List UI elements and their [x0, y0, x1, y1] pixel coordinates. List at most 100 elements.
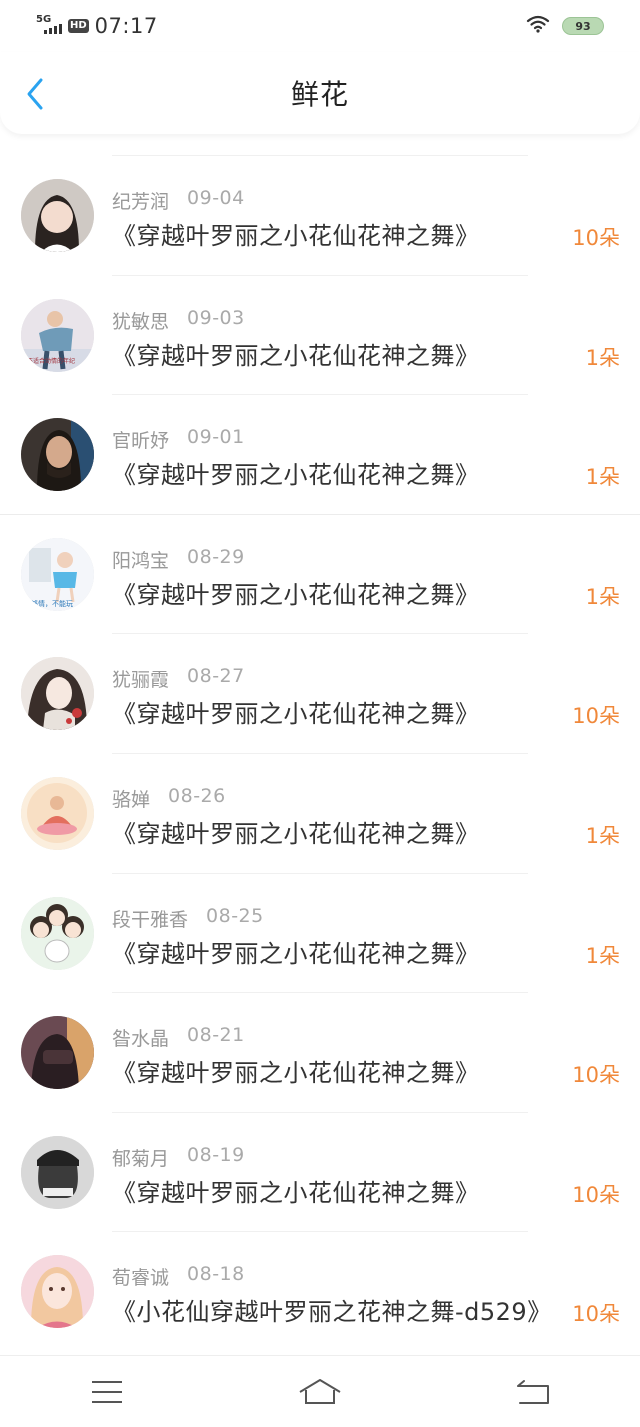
book-title: 《穿越叶罗丽之小花仙花神之舞》	[112, 939, 480, 968]
status-right: 93	[526, 15, 604, 37]
book-title: 《穿越叶罗丽之小花仙花神之舞》	[112, 1059, 480, 1088]
book-title: 《穿越叶罗丽之小花仙花神之舞》	[112, 341, 480, 370]
record-meta: 段干雅香 08-25	[112, 905, 264, 932]
avatar[interactable]	[21, 1255, 94, 1329]
divider	[112, 394, 528, 396]
list-item[interactable]: 昝水晶 08-21 《穿越叶罗丽之小花仙花神之舞》 10朵	[0, 992, 640, 1113]
home-icon	[299, 1378, 341, 1404]
return-icon	[517, 1379, 550, 1404]
signal-icon: 5G	[36, 15, 62, 37]
divider	[112, 1231, 528, 1233]
record-date: 09-03	[187, 306, 245, 329]
record-meta: 犹敏思 09-03	[112, 307, 245, 334]
record-date: 08-19	[187, 1143, 245, 1166]
system-nav-bar	[0, 1355, 640, 1427]
avatar[interactable]	[21, 1016, 94, 1090]
record-meta: 昝水晶 08-21	[112, 1024, 245, 1051]
book-title: 《穿越叶罗丽之小花仙花神之舞》	[112, 819, 480, 848]
header: 鲜花	[0, 52, 640, 134]
book-title: 《穿越叶罗丽之小花仙花神之舞》	[112, 1178, 480, 1207]
status-left: 5G HD 07:17	[36, 14, 158, 38]
book-title: 《小花仙穿越叶罗丽之花神之舞-d529》	[112, 1298, 552, 1327]
list-item[interactable]: 不适合动情的年纪 犹敏思 09-03 《穿越叶罗丽之小花仙花神之舞》 1朵	[0, 274, 640, 396]
avatar[interactable]	[21, 418, 94, 492]
list-item[interactable]: 纪芳润 09-04 《穿越叶罗丽之小花仙花神之舞》 10朵	[0, 156, 640, 276]
avatar[interactable]: 不适合动情的年纪	[21, 298, 94, 372]
record-meta: 官昕妤 09-01	[112, 426, 245, 453]
back-button[interactable]	[20, 74, 50, 114]
sender-name: 犹骊霞	[112, 669, 170, 692]
sender-name: 段干雅香	[112, 908, 189, 931]
list-item[interactable]: 段干雅香 08-25 《穿越叶罗丽之小花仙花神之舞》 1朵	[0, 872, 640, 994]
flower-count: 1朵	[585, 345, 620, 370]
avatar[interactable]	[21, 1135, 94, 1209]
divider	[112, 274, 528, 276]
battery-indicator: 93	[562, 17, 604, 35]
record-date: 08-18	[187, 1263, 245, 1286]
avatar[interactable]	[21, 776, 94, 850]
flower-record-list: 纪芳润 09-04 《穿越叶罗丽之小花仙花神之舞》 10朵 不适合动情的年纪 犹敏思 09-…	[0, 155, 640, 1352]
svg-text:够情，不能玩: 够情，不能玩	[31, 599, 73, 608]
list-item[interactable]: 官昕妤 09-01 《穿越叶罗丽之小花仙花神之舞》 1朵	[0, 394, 640, 515]
record-date: 09-01	[187, 426, 245, 449]
hd-badge: HD	[68, 19, 89, 33]
flower-count: 1朵	[585, 823, 620, 848]
sender-name: 犹敏思	[112, 310, 170, 333]
sender-name: 郁菊月	[112, 1147, 170, 1170]
divider	[112, 992, 528, 994]
sender-name: 阳鸿宝	[112, 549, 170, 572]
record-meta: 荀睿诚 08-18	[112, 1263, 245, 1290]
book-title: 《穿越叶罗丽之小花仙花神之舞》	[112, 700, 480, 729]
flower-count: 10朵	[572, 1063, 620, 1088]
sender-name: 纪芳润	[112, 191, 170, 213]
chevron-left-icon	[27, 78, 43, 110]
divider	[112, 1111, 528, 1113]
list-item[interactable]: 犹骊霞 08-27 《穿越叶罗丽之小花仙花神之舞》 10朵	[0, 633, 640, 754]
svg-text:不适合动情的年纪: 不适合动情的年纪	[27, 357, 75, 365]
flower-count: 1朵	[585, 465, 620, 490]
book-title: 《穿越叶罗丽之小花仙花神之舞》	[112, 222, 480, 250]
record-date: 08-29	[187, 545, 245, 568]
sender-name: 骆婵	[112, 788, 151, 811]
avatar[interactable]	[21, 896, 94, 970]
list-item[interactable]: 够情，不能玩 阳鸿宝 08-29 《穿越叶罗丽之小花仙花神之舞》 1朵	[0, 513, 640, 635]
record-date: 08-25	[206, 904, 264, 927]
status-time: 07:17	[94, 14, 158, 38]
return-button[interactable]	[503, 1372, 563, 1412]
status-bar: 5G HD 07:17 93	[0, 0, 640, 52]
list-item[interactable]: 荀睿诚 08-18 《小花仙穿越叶罗丽之花神之舞-d529》 10朵	[0, 1231, 640, 1352]
avatar[interactable]	[21, 179, 94, 252]
sender-name: 官昕妤	[112, 430, 170, 453]
flower-count: 10朵	[572, 226, 620, 250]
record-meta: 郁菊月 08-19	[112, 1144, 245, 1171]
divider	[112, 633, 528, 635]
book-title: 《穿越叶罗丽之小花仙花神之舞》	[112, 461, 480, 490]
record-meta: 犹骊霞 08-27	[112, 665, 245, 692]
flower-count: 10朵	[572, 1182, 620, 1207]
avatar[interactable]: 够情，不能玩	[21, 537, 94, 611]
wifi-icon	[526, 15, 550, 37]
home-button[interactable]	[290, 1372, 350, 1412]
divider	[0, 513, 640, 515]
flower-count: 1朵	[585, 584, 620, 609]
sender-name: 昝水晶	[112, 1028, 170, 1051]
divider	[112, 752, 528, 754]
record-date: 08-27	[187, 665, 245, 688]
flower-count: 1朵	[585, 943, 620, 968]
app: 5G HD 07:17 93 鲜花 纪芳润 09-04 《穿越叶罗丽之小花仙花神…	[0, 0, 640, 1427]
record-date: 09-04	[187, 187, 245, 209]
list-item[interactable]: 郁菊月 08-19 《穿越叶罗丽之小花仙花神之舞》 10朵	[0, 1111, 640, 1233]
record-date: 08-26	[168, 784, 226, 807]
book-title: 《穿越叶罗丽之小花仙花神之舞》	[112, 580, 480, 609]
record-date: 08-21	[187, 1024, 245, 1047]
avatar[interactable]	[21, 657, 94, 731]
page-title: 鲜花	[290, 78, 349, 111]
flower-count: 10朵	[572, 704, 620, 729]
flower-count: 10朵	[572, 1302, 620, 1327]
record-meta: 纪芳润 09-04	[112, 187, 245, 214]
menu-button[interactable]	[77, 1372, 137, 1412]
menu-icon	[91, 1380, 122, 1403]
sender-name: 荀睿诚	[112, 1267, 170, 1290]
list-item[interactable]: 骆婵 08-26 《穿越叶罗丽之小花仙花神之舞》 1朵	[0, 752, 640, 874]
record-meta: 阳鸿宝 08-29	[112, 546, 245, 573]
